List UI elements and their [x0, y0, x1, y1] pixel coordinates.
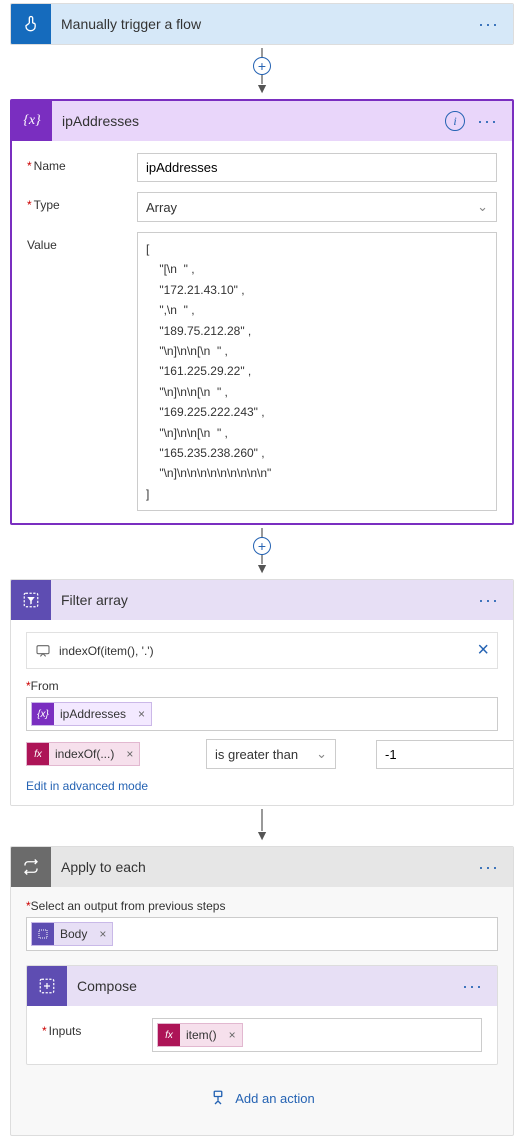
more-icon[interactable]: ···	[474, 857, 503, 878]
filter-output-icon	[32, 923, 54, 945]
remove-token-icon[interactable]: ×	[132, 707, 151, 721]
arrow-down-icon: ▼	[255, 560, 269, 576]
variable-body: *Name *Type Array ⌄ Value [ "[\n " , "17…	[12, 141, 512, 523]
chevron-down-icon: ⌄	[477, 199, 488, 215]
compose-card[interactable]: Compose ··· *Inputs fx item() ×	[26, 965, 498, 1065]
trigger-card[interactable]: Manually trigger a flow ···	[10, 3, 514, 45]
more-icon[interactable]: ···	[474, 14, 503, 35]
more-icon[interactable]: ···	[458, 976, 487, 997]
apply-body: *Select an output from previous steps Bo…	[11, 887, 513, 1135]
inputs-field[interactable]: fx item() ×	[152, 1018, 482, 1052]
condition-value-input[interactable]	[376, 740, 514, 769]
filter-icon	[11, 580, 51, 620]
close-icon[interactable]: ×	[477, 639, 489, 662]
apply-header[interactable]: Apply to each ···	[11, 847, 513, 887]
apply-title: Apply to each	[51, 859, 474, 875]
expression-bar: indexOf(item(), '.') ×	[26, 632, 498, 669]
touch-icon	[11, 4, 51, 44]
variable-icon: {x}	[32, 703, 54, 725]
filter-card[interactable]: Filter array ··· indexOf(item(), '.') × …	[10, 579, 514, 806]
add-step-button[interactable]: +	[253, 537, 271, 555]
select-output-input[interactable]: Body ×	[26, 917, 498, 951]
more-icon[interactable]: ···	[473, 111, 502, 132]
compose-body: *Inputs fx item() ×	[27, 1006, 497, 1064]
variable-icon: {x}	[12, 101, 52, 141]
add-step-button[interactable]: +	[253, 57, 271, 75]
condition-left[interactable]: fx indexOf(...) ×	[26, 742, 166, 766]
trigger-title: Manually trigger a flow	[51, 16, 474, 32]
remove-token-icon[interactable]: ×	[120, 747, 139, 761]
connector: ▼	[0, 809, 524, 843]
trigger-header[interactable]: Manually trigger a flow ···	[11, 4, 513, 44]
compose-title: Compose	[67, 978, 458, 994]
connector: + ▼	[0, 48, 524, 96]
type-label: *Type	[27, 192, 137, 212]
inputs-label: *Inputs	[42, 1018, 152, 1038]
type-select[interactable]: Array ⌄	[137, 192, 497, 222]
connector: + ▼	[0, 528, 524, 576]
add-action-button[interactable]: Add an action	[26, 1065, 498, 1123]
filter-header[interactable]: Filter array ···	[11, 580, 513, 620]
compose-icon	[27, 966, 67, 1006]
name-input[interactable]	[137, 153, 497, 182]
from-token[interactable]: {x} ipAddresses ×	[31, 702, 152, 726]
compose-header[interactable]: Compose ···	[27, 966, 497, 1006]
fx-icon: fx	[158, 1024, 180, 1046]
remove-token-icon[interactable]: ×	[223, 1028, 242, 1042]
value-label: Value	[27, 232, 137, 252]
variable-header[interactable]: {x} ipAddresses i ···	[12, 101, 512, 141]
advanced-mode-link[interactable]: Edit in advanced mode	[26, 779, 498, 793]
variable-card[interactable]: {x} ipAddresses i ··· *Name *Type Array …	[10, 99, 514, 525]
remove-token-icon[interactable]: ×	[93, 927, 112, 941]
expression-icon	[35, 643, 51, 659]
type-value: Array	[146, 200, 177, 215]
expression-text: indexOf(item(), '.')	[59, 644, 477, 658]
filter-title: Filter array	[51, 592, 474, 608]
filter-controls: fx indexOf(...) × is greater than ⌄	[26, 739, 498, 769]
loop-icon	[11, 847, 51, 887]
arrow-down-icon: ▼	[255, 827, 269, 843]
from-input[interactable]: {x} ipAddresses ×	[26, 697, 498, 731]
fx-token[interactable]: fx item() ×	[157, 1023, 243, 1047]
apply-to-each-card[interactable]: Apply to each ··· *Select an output from…	[10, 846, 514, 1136]
more-icon[interactable]: ···	[474, 590, 503, 611]
fx-token[interactable]: fx indexOf(...) ×	[26, 742, 140, 766]
body-token[interactable]: Body ×	[31, 922, 113, 946]
operator-value: is greater than	[215, 747, 298, 762]
from-label: *From	[26, 679, 498, 693]
select-output-label: *Select an output from previous steps	[26, 899, 498, 913]
value-textarea[interactable]: [ "[\n " , "172.21.43.10" , ",\n " , "18…	[137, 232, 497, 511]
fx-icon: fx	[27, 743, 49, 765]
add-action-icon	[209, 1089, 227, 1107]
arrow-down-icon: ▼	[255, 80, 269, 96]
filter-body: indexOf(item(), '.') × *From {x} ipAddre…	[11, 620, 513, 805]
variable-title: ipAddresses	[52, 113, 445, 129]
add-action-label: Add an action	[235, 1091, 315, 1106]
name-label: *Name	[27, 153, 137, 173]
operator-select[interactable]: is greater than ⌄	[206, 739, 336, 769]
chevron-down-icon: ⌄	[316, 746, 327, 762]
info-icon[interactable]: i	[445, 111, 465, 131]
